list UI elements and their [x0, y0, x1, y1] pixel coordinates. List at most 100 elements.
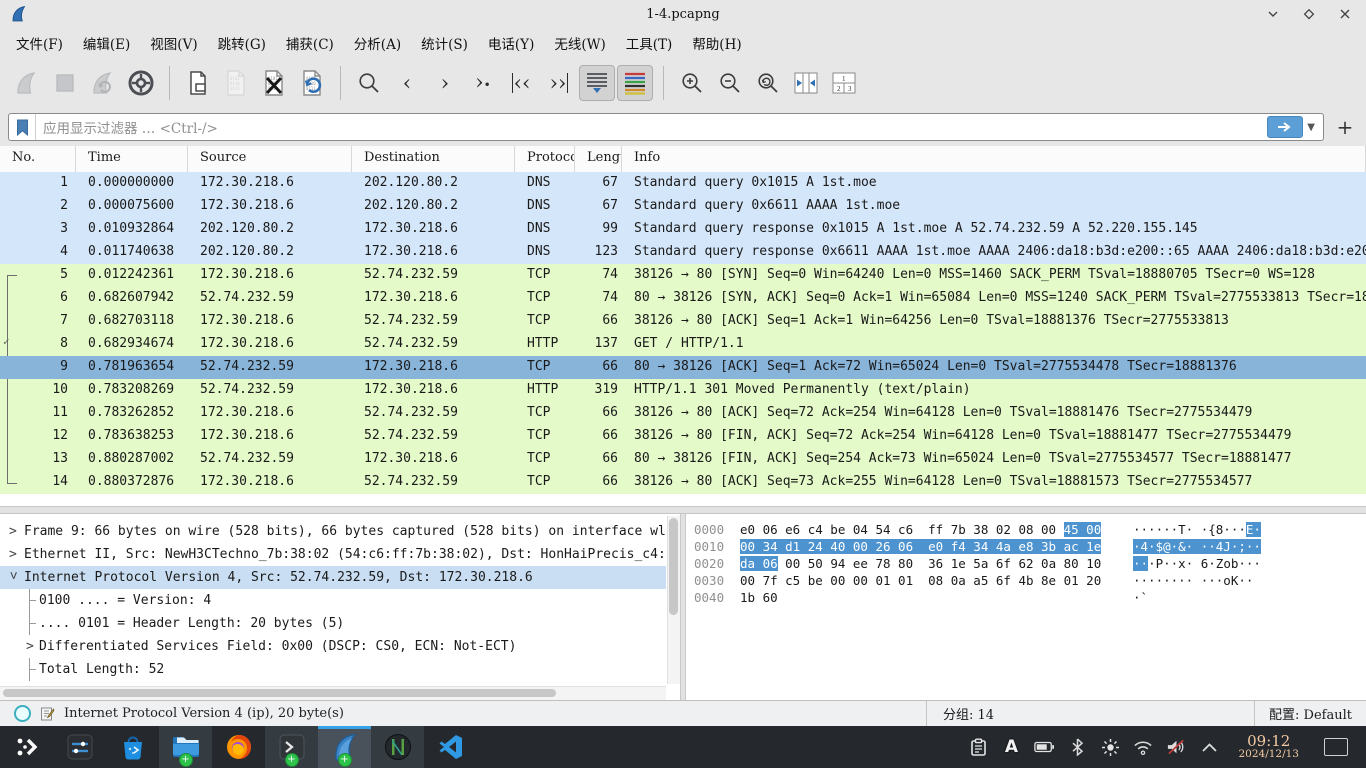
- restart-capture-button[interactable]: [85, 65, 121, 101]
- zoom-in-button[interactable]: [674, 65, 710, 101]
- taskbar-app-settings[interactable]: [53, 726, 106, 768]
- detail-horizontal-scrollbar[interactable]: [0, 686, 666, 700]
- reload-file-button[interactable]: 010101100111: [294, 65, 330, 101]
- column-header-no[interactable]: No.: [0, 146, 76, 172]
- expander-icon[interactable]: >: [9, 520, 19, 543]
- taskbar-app-file-manager[interactable]: +: [159, 726, 212, 768]
- column-header-destination[interactable]: Destination: [352, 146, 515, 172]
- maximize-button[interactable]: [1302, 7, 1316, 21]
- close-file-button[interactable]: 010101100111: [256, 65, 292, 101]
- detail-line-6[interactable]: Total Length: 52: [0, 658, 666, 681]
- go-forward-button[interactable]: ›: [427, 65, 463, 101]
- open-file-button[interactable]: [180, 65, 216, 101]
- taskbar-app-wireshark[interactable]: +: [318, 726, 371, 768]
- save-file-button[interactable]: 010101100111: [218, 65, 254, 101]
- packet-row-10[interactable]: 100.78320826952.74.232.59172.30.218.6HTT…: [0, 379, 1366, 402]
- menu-item-7[interactable]: 电话(Y): [478, 30, 544, 56]
- close-button[interactable]: [1338, 7, 1352, 21]
- packet-row-14[interactable]: 140.880372876172.30.218.652.74.232.59TCP…: [0, 471, 1366, 494]
- column-header-source[interactable]: Source: [188, 146, 352, 172]
- layout-button[interactable]: 123: [826, 65, 862, 101]
- horizontal-splitter[interactable]: [0, 506, 1366, 514]
- statusbar-profile[interactable]: 配置: Default: [1254, 701, 1366, 726]
- display-filter-input[interactable]: 应用显示过滤器 … <Ctrl-/> ▼: [8, 113, 1324, 141]
- expert-info-icon[interactable]: [14, 705, 31, 722]
- expander-icon[interactable]: >: [2, 572, 25, 582]
- packet-row-6[interactable]: 60.68260794252.74.232.59172.30.218.6TCP7…: [0, 287, 1366, 310]
- taskbar-clock[interactable]: 09:12 2024/12/13: [1238, 734, 1299, 761]
- detail-line-3[interactable]: 0100 .... = Version: 4: [0, 589, 666, 612]
- menu-item-3[interactable]: 跳转(G): [208, 30, 276, 56]
- minimize-button[interactable]: [1266, 7, 1280, 21]
- taskbar-app-vscode[interactable]: [424, 726, 477, 768]
- packet-row-2[interactable]: 20.000075600172.30.218.6202.120.80.2DNS6…: [0, 195, 1366, 218]
- column-header-length[interactable]: Length: [575, 146, 622, 172]
- go-last-button[interactable]: ››: [541, 65, 577, 101]
- hex-row-0020[interactable]: 0020da 06 00 50 94 ee 78 80 36 1e 5a 6f …: [686, 555, 1366, 572]
- tray-clipboard-icon[interactable]: [968, 737, 988, 757]
- start-capture-button[interactable]: [9, 65, 45, 101]
- tray-wifi-icon[interactable]: [1133, 737, 1153, 757]
- taskbar-app-app-store[interactable]: [106, 726, 159, 768]
- hex-row-0000[interactable]: 0000e0 06 e6 c4 be 04 54 c6 ff 7b 38 02 …: [686, 521, 1366, 538]
- packet-row-12[interactable]: 120.783638253172.30.218.652.74.232.59TCP…: [0, 425, 1366, 448]
- column-header-time[interactable]: Time: [76, 146, 188, 172]
- packet-row-13[interactable]: 130.88028700252.74.232.59172.30.218.6TCP…: [0, 448, 1366, 471]
- capture-comment-icon[interactable]: [40, 706, 55, 721]
- filter-apply-button[interactable]: [1267, 116, 1303, 138]
- packet-row-11[interactable]: 110.783262852172.30.218.652.74.232.59TCP…: [0, 402, 1366, 425]
- go-back-button[interactable]: ‹: [389, 65, 425, 101]
- taskbar-app-neovim[interactable]: [371, 726, 424, 768]
- expander-icon[interactable]: >: [26, 635, 36, 658]
- find-packet-button[interactable]: [351, 65, 387, 101]
- packet-row-8[interactable]: 80.682934674172.30.218.652.74.232.59HTTP…: [0, 333, 1366, 356]
- hex-row-0010[interactable]: 001000 34 d1 24 40 00 26 06 e0 f4 34 4a …: [686, 538, 1366, 555]
- detail-vertical-scrollbar[interactable]: [667, 516, 680, 684]
- detail-line-2[interactable]: >Internet Protocol Version 4, Src: 52.74…: [0, 566, 666, 589]
- detail-line-5[interactable]: >Differentiated Services Field: 0x00 (DS…: [0, 635, 666, 658]
- menu-item-9[interactable]: 工具(T): [616, 30, 683, 56]
- filter-add-button[interactable]: +: [1332, 114, 1358, 140]
- menu-item-6[interactable]: 统计(S): [411, 30, 478, 56]
- zoom-reset-button[interactable]: [750, 65, 786, 101]
- filter-bookmark-icon[interactable]: [9, 114, 36, 140]
- tray-bluetooth-icon[interactable]: [1067, 737, 1087, 757]
- packet-row-5[interactable]: 50.012242361172.30.218.652.74.232.59TCP7…: [0, 264, 1366, 287]
- resize-columns-button[interactable]: [788, 65, 824, 101]
- stop-capture-button[interactable]: [47, 65, 83, 101]
- detail-line-4[interactable]: .... 0101 = Header Length: 20 bytes (5): [0, 612, 666, 635]
- menu-item-5[interactable]: 分析(A): [344, 30, 411, 56]
- menu-item-2[interactable]: 视图(V): [140, 30, 207, 56]
- show-desktop-button[interactable]: [1324, 738, 1348, 756]
- tray-input-method-icon[interactable]: A: [1001, 737, 1021, 757]
- column-header-info[interactable]: Info: [622, 146, 1366, 172]
- detail-line-0[interactable]: >Frame 9: 66 bytes on wire (528 bits), 6…: [0, 520, 666, 543]
- detail-line-1[interactable]: >Ethernet II, Src: NewH3CTechno_7b:38:02…: [0, 543, 666, 566]
- filter-dropdown-caret[interactable]: ▼: [1307, 122, 1315, 133]
- menu-item-10[interactable]: 帮助(H): [682, 30, 751, 56]
- taskbar-app-launcher[interactable]: [0, 726, 53, 768]
- zoom-out-button[interactable]: [712, 65, 748, 101]
- packet-row-1[interactable]: 10.000000000172.30.218.6202.120.80.2DNS6…: [0, 172, 1366, 195]
- taskbar-app-firefox[interactable]: [212, 726, 265, 768]
- menu-item-8[interactable]: 无线(W): [544, 30, 615, 56]
- tray-chevron-up-icon[interactable]: [1199, 737, 1219, 757]
- column-header-protocol[interactable]: Protocol: [515, 146, 575, 172]
- go-to-packet-button[interactable]: ›•: [465, 65, 501, 101]
- menu-item-0[interactable]: 文件(F): [6, 30, 73, 56]
- tray-volume-muted-icon[interactable]: [1166, 737, 1186, 757]
- expander-icon[interactable]: >: [9, 543, 19, 566]
- auto-scroll-button[interactable]: [579, 65, 615, 101]
- hex-row-0030[interactable]: 003000 7f c5 be 00 00 01 01 08 0a a5 6f …: [686, 572, 1366, 589]
- packet-row-9[interactable]: 90.78196365452.74.232.59172.30.218.6TCP6…: [0, 356, 1366, 379]
- colorize-button[interactable]: [617, 65, 653, 101]
- menu-item-4[interactable]: 捕获(C): [276, 30, 344, 56]
- hex-row-0040[interactable]: 00401b 60·`: [686, 589, 1366, 606]
- packet-row-3[interactable]: 30.010932864202.120.80.2172.30.218.6DNS9…: [0, 218, 1366, 241]
- capture-options-button[interactable]: [123, 65, 159, 101]
- menu-item-1[interactable]: 编辑(E): [73, 30, 140, 56]
- tray-battery-icon[interactable]: [1034, 737, 1054, 757]
- taskbar-app-terminal[interactable]: +: [265, 726, 318, 768]
- packet-row-4[interactable]: 40.011740638202.120.80.2172.30.218.6DNS1…: [0, 241, 1366, 264]
- packet-row-7[interactable]: 70.682703118172.30.218.652.74.232.59TCP6…: [0, 310, 1366, 333]
